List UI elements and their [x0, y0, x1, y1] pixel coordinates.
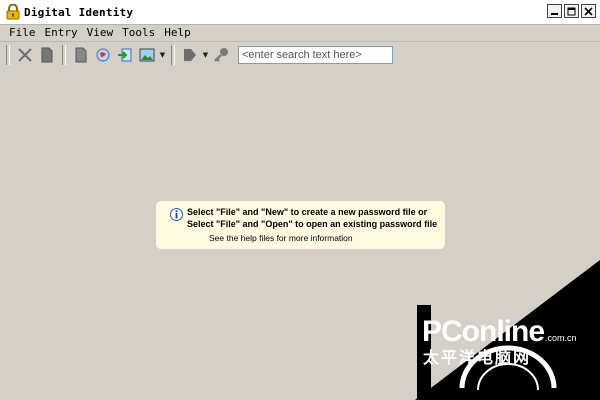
- menu-help[interactable]: Help: [164, 26, 191, 39]
- image-button[interactable]: [136, 44, 158, 66]
- padlock-icon: [6, 4, 20, 20]
- menu-tools[interactable]: Tools: [122, 26, 155, 39]
- key-button[interactable]: [210, 44, 232, 66]
- title-bar: Digital Identity: [0, 0, 600, 25]
- info-line-1: Select "File" and "New" to create a new …: [187, 207, 428, 217]
- delete-icon: [18, 48, 32, 62]
- info-box: Select "File" and "New" to create a new …: [156, 201, 445, 249]
- menu-view[interactable]: View: [87, 26, 114, 39]
- toolbar-separator: [171, 45, 175, 65]
- watermark-chinese-text: 太平洋电脑网: [423, 348, 532, 367]
- image-dropdown-arrow[interactable]: ▼: [158, 44, 167, 66]
- maximize-icon: [567, 7, 576, 15]
- info-line-2: Select "File" and "Open" to open an exis…: [187, 219, 438, 229]
- toolbar-separator: [62, 45, 66, 65]
- tag-button[interactable]: [179, 44, 201, 66]
- tag-icon: [184, 49, 196, 61]
- key-icon: [214, 48, 228, 62]
- minimize-button[interactable]: [547, 4, 562, 18]
- maximize-button[interactable]: [564, 4, 579, 18]
- close-button[interactable]: [581, 4, 596, 18]
- close-icon: [584, 6, 593, 16]
- login-icon: [118, 48, 132, 62]
- image-icon: [139, 48, 155, 62]
- menu-bar: File Entry View Tools Help: [0, 24, 600, 42]
- window-controls: [547, 4, 596, 18]
- globe-icon: [96, 48, 110, 62]
- info-line-3: See the help files for more information: [209, 233, 353, 243]
- document-icon: [41, 47, 53, 63]
- new-entry-button[interactable]: [70, 44, 92, 66]
- tag-dropdown-arrow[interactable]: ▼: [201, 44, 210, 66]
- properties-button[interactable]: [36, 44, 58, 66]
- web-button[interactable]: [92, 44, 114, 66]
- delete-button[interactable]: [14, 44, 36, 66]
- minimize-icon: [551, 12, 558, 15]
- menu-entry[interactable]: Entry: [45, 26, 78, 39]
- toolbar: ▼ ▼ <enter search text here>: [0, 42, 600, 68]
- window-title: Digital Identity: [24, 5, 134, 19]
- search-input[interactable]: <enter search text here>: [238, 46, 393, 64]
- new-document-icon: [75, 47, 87, 63]
- login-button[interactable]: [114, 44, 136, 66]
- menu-file[interactable]: File: [9, 26, 36, 39]
- toolbar-separator: [6, 45, 10, 65]
- info-icon: [170, 208, 183, 221]
- watermark-domain: .com.cn: [545, 333, 577, 343]
